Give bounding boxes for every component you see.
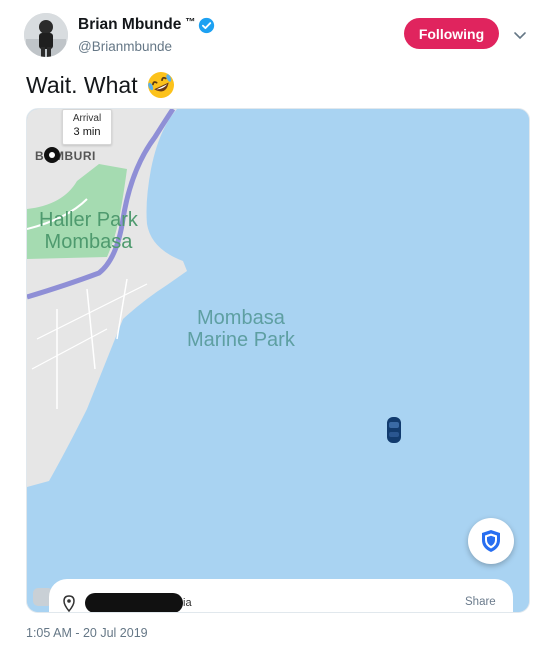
chevron-down-icon[interactable] — [512, 27, 528, 43]
arrival-callout: Arrival 3 min — [62, 109, 112, 145]
shield-icon — [482, 530, 500, 552]
redacted-destination — [85, 593, 183, 612]
rolling-on-floor-laughing-emoji — [147, 72, 174, 98]
car-icon — [387, 417, 401, 443]
marine-park-text: Mombasa Marine Park — [187, 307, 295, 351]
share-button[interactable]: Share — [465, 596, 496, 608]
trademark-mark: ™ — [185, 16, 196, 28]
profile-photo — [24, 13, 68, 57]
avatar[interactable] — [24, 13, 68, 57]
verified-badge-icon — [199, 17, 215, 33]
marine-park-label: Mombasa Marine Park — [187, 307, 295, 351]
author-name[interactable]: Brian Mbunde — [78, 16, 181, 34]
haller-park-label: Haller Park Mombasa — [39, 209, 138, 253]
tweet-body: Wait. What — [26, 71, 138, 98]
tweet-media[interactable]: Haller Park Mombasa Mombasa Marine Park … — [26, 108, 530, 613]
trip-bottom-sheet: ia Share — [49, 579, 513, 612]
author-block: Brian Mbunde ™ @Brianmbunde — [78, 14, 215, 54]
arrival-label: Arrival — [72, 113, 102, 124]
location-pin-icon — [63, 595, 75, 612]
map-canvas — [27, 109, 529, 612]
tweet-text: Wait. What — [26, 68, 176, 102]
arrival-time: 3 min — [73, 126, 101, 138]
following-button[interactable]: Following — [404, 18, 499, 49]
author-handle[interactable]: @Brianmbunde — [78, 39, 215, 54]
safety-shield-button[interactable] — [468, 518, 514, 564]
haller-park-text: Haller Park Mombasa — [39, 209, 138, 253]
pickup-pin-icon — [44, 147, 60, 163]
destination-suffix: ia — [183, 597, 192, 609]
tweet-timestamp[interactable]: 1:05 AM - 20 Jul 2019 — [26, 626, 148, 640]
